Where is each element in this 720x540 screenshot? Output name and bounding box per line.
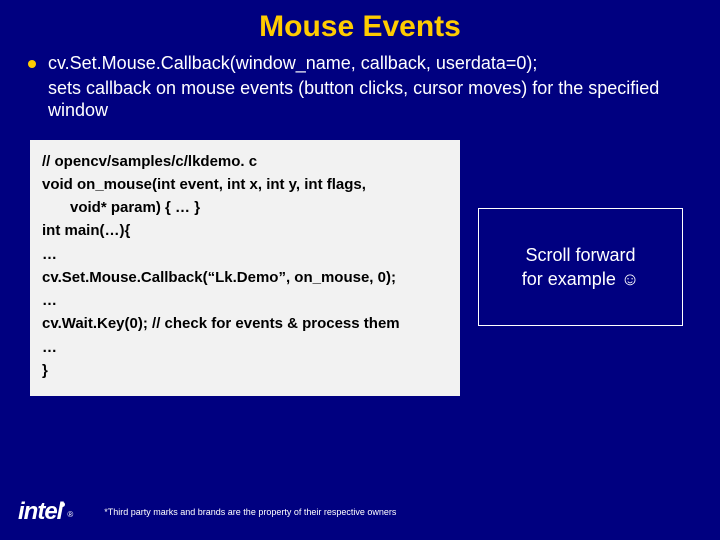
note-line: for example ☺ [487, 267, 674, 291]
footnote-text: *Third party marks and brands are the pr… [104, 507, 396, 517]
note-box: Scroll forward for example ☺ [478, 208, 683, 327]
footer: intel ® *Third party marks and brands are… [0, 498, 720, 526]
code-line: cv.Wait.Key(0); // check for events & pr… [42, 312, 448, 335]
code-line: … [42, 243, 448, 266]
code-line: // opencv/samples/c/lkdemo. c [42, 150, 448, 173]
code-sample: // opencv/samples/c/lkdemo. c void on_mo… [30, 140, 460, 397]
code-line: cv.Set.Mouse.Callback(“Lk.Demo”, on_mous… [42, 266, 448, 289]
registered-mark: ® [67, 510, 72, 519]
intel-logo: intel ® [18, 498, 76, 526]
function-signature: cv.Set.Mouse.Callback(window_name, callb… [48, 52, 700, 75]
logo-text: intel [18, 498, 62, 525]
code-line: … [42, 336, 448, 359]
code-line: void* param) { … } [42, 196, 448, 219]
code-line: void on_mouse(int event, int x, int y, i… [42, 173, 448, 196]
bullet-text: cv.Set.Mouse.Callback(window_name, callb… [48, 52, 700, 122]
note-line: Scroll forward [487, 243, 674, 267]
content-row: // opencv/samples/c/lkdemo. c void on_mo… [0, 122, 720, 397]
code-line: … [42, 289, 448, 312]
function-description: sets callback on mouse events (button cl… [48, 77, 700, 122]
bullet-item: cv.Set.Mouse.Callback(window_name, callb… [0, 52, 720, 122]
bullet-icon [28, 60, 36, 68]
logo-dot-icon [60, 502, 65, 507]
slide: Mouse Events cv.Set.Mouse.Callback(windo… [0, 0, 720, 540]
code-line: } [42, 359, 448, 382]
code-line: int main(…){ [42, 219, 448, 242]
slide-title: Mouse Events [0, 10, 720, 44]
